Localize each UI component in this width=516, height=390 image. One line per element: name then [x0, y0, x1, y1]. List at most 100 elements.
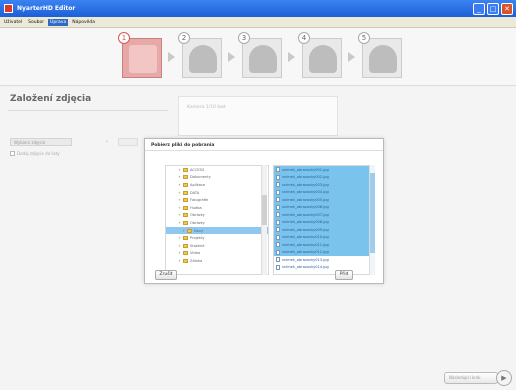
folder-label: Fotografie [190, 198, 209, 203]
image-file-icon [276, 167, 280, 173]
step-arrow-icon [288, 52, 295, 62]
window-title: NyarterHD Editor [17, 5, 76, 12]
file-label: snímek_obrazovky009.jpg [282, 227, 329, 232]
folder-icon [183, 167, 188, 172]
photo-count-field[interactable] [118, 138, 138, 146]
folder-icon [183, 213, 188, 218]
menu-item[interactable]: Soubor [26, 19, 46, 26]
folder-icon [183, 236, 188, 241]
folder-tree-item[interactable]: + Hudba [166, 204, 268, 212]
file-label: snímek_obrazovky011.jpg [282, 242, 329, 247]
file-list-item[interactable]: snímek_obrazovky009.jpg [274, 226, 372, 234]
file-list-item[interactable]: snímek_obrazovky013.jpg [274, 256, 372, 264]
menu-item[interactable]: Úprava [48, 18, 69, 26]
wizard-step[interactable]: 3 [238, 32, 282, 78]
close-icon[interactable]: ✕ [501, 2, 513, 15]
add-to-list-checkbox[interactable] [10, 151, 15, 156]
file-list[interactable]: snímek_obrazovky001.jpg snímek_obrazovky0… [273, 165, 373, 275]
file-label: snímek_obrazovky005.jpg [282, 197, 329, 202]
folder-tree-item[interactable]: + Fotografie [166, 196, 268, 204]
maximize-icon[interactable]: □ [487, 2, 499, 15]
file-label: snímek_obrazovky013.jpg [282, 257, 329, 262]
folder-tree-item[interactable]: + Projekty [166, 234, 268, 242]
add-button[interactable]: Přid [335, 270, 353, 280]
folder-tree-item[interactable]: + Nový [166, 226, 268, 235]
add-to-list-option[interactable]: Dodaj zdjęcie do listy [10, 151, 60, 156]
step-arrow-icon [168, 52, 175, 62]
file-list-item[interactable]: snímek_obrazovky014.jpg [274, 264, 372, 272]
file-list-item[interactable]: snímek_obrazovky003.jpg [274, 181, 372, 189]
next-step-button[interactable]: Následující krok [444, 372, 498, 384]
folder-icon [183, 182, 188, 187]
minimize-icon[interactable]: _ [473, 2, 485, 15]
step-arrow-icon [228, 52, 235, 62]
file-list-item[interactable]: snímek_obrazovky011.jpg [274, 241, 372, 249]
folder-tree-scroll-thumb[interactable] [262, 195, 267, 225]
folder-label: Záloha [190, 258, 203, 263]
folder-tree-scrollbar[interactable] [261, 165, 267, 275]
select-photo-button[interactable]: Wybierz zdjęcie [10, 138, 72, 146]
wizard-step[interactable]: 1 [118, 32, 162, 78]
file-list-item[interactable]: snímek_obrazovky010.jpg [274, 233, 372, 241]
folder-tree-item[interactable]: + Obrázky [166, 212, 268, 220]
folder-tree-item[interactable]: + Aplikace [166, 181, 268, 189]
wizard-step[interactable]: 5 [358, 32, 402, 78]
file-list-item[interactable]: snímek_obrazovky002.jpg [274, 173, 372, 181]
step-number: 1 [118, 32, 130, 44]
menu-bar: Uživatel Soubor Úprava Nápověda [0, 17, 516, 28]
file-label: snímek_obrazovky006.jpg [282, 205, 329, 210]
menu-item[interactable]: Uživatel [2, 19, 24, 26]
folder-label: Nový [194, 228, 204, 233]
image-file-icon [276, 212, 280, 218]
page-title: Založení zdjęcia [10, 94, 92, 104]
image-file-icon [276, 174, 280, 180]
folder-icon [183, 258, 188, 263]
folder-icon [183, 175, 188, 180]
image-file-icon [276, 182, 280, 188]
file-list-item[interactable]: snímek_obrazovky007.jpg [274, 211, 372, 219]
folder-tree-item[interactable]: + ACCESS [166, 166, 268, 174]
next-arrow-icon[interactable]: ▶ [496, 370, 512, 386]
file-list-item[interactable]: snímek_obrazovky006.jpg [274, 203, 372, 211]
file-label: snímek_obrazovky001.jpg [282, 167, 329, 172]
file-list-item[interactable]: snímek_obrazovky001.jpg [274, 166, 372, 174]
dialog-title: Pobierz pliki do pobrania [151, 143, 215, 148]
folder-tree-item[interactable]: + Dokumenty [166, 174, 268, 182]
image-file-icon [276, 204, 280, 210]
folder-tree[interactable]: + ACCESS + Dokumenty + Aplikace + DATA + Fotograf… [165, 165, 269, 275]
file-list-item[interactable]: snímek_obrazovky005.jpg [274, 196, 372, 204]
folder-tree-item[interactable]: + Videa [166, 250, 268, 258]
folder-tree-item[interactable]: + DATA [166, 189, 268, 197]
file-list-scrollbar[interactable] [369, 165, 375, 275]
window-controls: _ □ ✕ [473, 2, 513, 15]
folder-label: Dokumenty [190, 175, 211, 180]
wizard-step[interactable]: 2 [178, 32, 222, 78]
folder-label: Obrázky [190, 213, 205, 218]
file-list-item[interactable]: snímek_obrazovky004.jpg [274, 188, 372, 196]
menu-item[interactable]: Nápověda [70, 19, 97, 26]
folder-tree-item[interactable]: + Obrázky [166, 219, 268, 227]
title-bar: NyarterHD Editor _ □ ✕ [0, 0, 516, 17]
file-list-item[interactable]: snímek_obrazovky008.jpg [274, 218, 372, 226]
folder-label: Projekty [190, 236, 205, 241]
file-label: snímek_obrazovky010.jpg [282, 235, 329, 240]
folder-tree-item[interactable]: + Stažené [166, 242, 268, 250]
file-list-item[interactable]: snímek_obrazovky012.jpg [274, 248, 372, 256]
folder-tree-item[interactable]: + Záloha [166, 257, 268, 265]
cancel-button[interactable]: Zrušit [155, 270, 177, 280]
image-file-icon [276, 264, 280, 270]
wizard-step[interactable]: 4 [298, 32, 342, 78]
folder-label: DATA [190, 190, 200, 195]
folder-icon [183, 205, 188, 210]
folder-label: ACCESS [190, 167, 205, 172]
image-file-icon [276, 234, 280, 240]
add-to-list-label: Dodaj zdjęcie do listy [17, 151, 60, 156]
step-arrow-icon [348, 52, 355, 62]
image-file-icon [276, 249, 280, 255]
folder-icon [183, 198, 188, 203]
step-number: 2 [178, 32, 190, 44]
file-list-scroll-thumb[interactable] [370, 173, 375, 253]
folder-label: Hudba [190, 205, 202, 210]
file-label: snímek_obrazovky003.jpg [282, 182, 329, 187]
file-label: snímek_obrazovky008.jpg [282, 220, 329, 225]
